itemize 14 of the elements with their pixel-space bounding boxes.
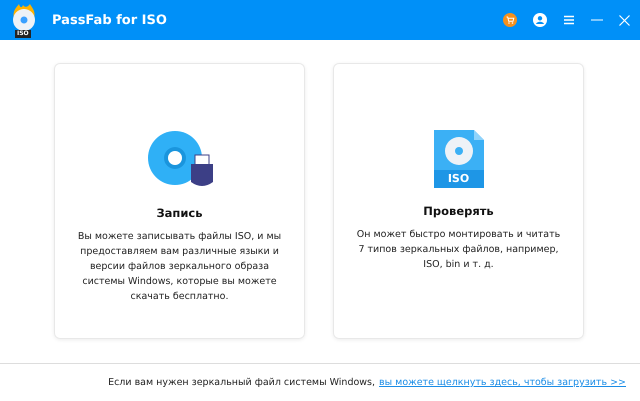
footer-text: Если вам нужен зеркальный файл системы Windows, <box>108 377 376 388</box>
card-title: Проверять <box>423 204 494 218</box>
card-description: Он может быстро монтировать и читать 7 типов зеркальных файлов, например, ISO, bin и т. д. <box>356 228 562 272</box>
window-title: PassFab for ISO <box>52 12 167 28</box>
menu-icon[interactable] <box>563 15 575 25</box>
minimize-icon[interactable] <box>591 19 603 21</box>
close-icon[interactable] <box>619 14 630 26</box>
option-card[interactable]: ISO Проверять Он может быстро монтировать и читать 7 типов зеркальных файлов, например, ISO, bin и т. д. <box>333 63 584 339</box>
cart-icon[interactable] <box>503 13 517 27</box>
option-card[interactable]: Запись Вы можете записывать файлы ISO, и мы предоставляем вам различные языки и версии файлов зеркального образа системы Windows, которые вы можете скачать бесплатно. <box>54 63 305 339</box>
download-link[interactable]: вы можете щелкнуть здесь, чтобы загрузить >> <box>379 377 626 388</box>
card-description: Вы можете записывать файлы ISO, и мы предоставляем вам различные языки и версии файлов зеркального образа системы Windows, которые вы можете скачать бесплатно. <box>76 230 282 304</box>
user-icon[interactable] <box>533 13 547 27</box>
card-title: Запись <box>156 206 203 220</box>
